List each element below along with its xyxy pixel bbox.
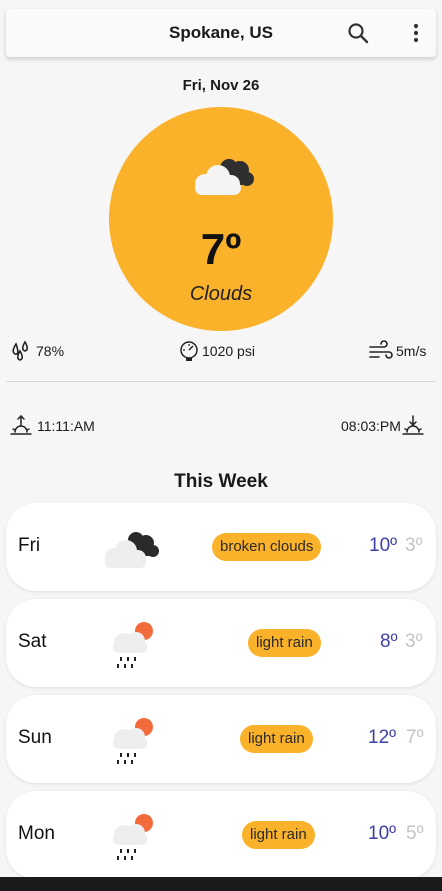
sunset-time: 08:03:PM bbox=[341, 418, 401, 434]
light-rain-icon bbox=[113, 814, 153, 860]
forecast-low: 5º bbox=[406, 823, 424, 844]
forecast-high: 10º bbox=[369, 535, 398, 556]
current-description: Clouds bbox=[189, 283, 253, 305]
forecast-low: 3º bbox=[405, 535, 423, 556]
wind-stat: 5m/s bbox=[368, 339, 426, 363]
app-bar: Spokane, US bbox=[6, 9, 436, 57]
forecast-low: 7º bbox=[406, 727, 424, 748]
week-section-title: This Week bbox=[174, 471, 268, 492]
current-weather-circle: 7º Clouds bbox=[109, 107, 333, 331]
forecast-day: Mon bbox=[18, 823, 55, 844]
broken-clouds-icon bbox=[105, 532, 159, 568]
forecast-card-sat[interactable]: Sat light rain 8º 3º bbox=[6, 599, 436, 687]
forecast-high: 10º bbox=[368, 823, 397, 844]
forecast-card-mon[interactable]: Mon light rain 10º 5º bbox=[6, 791, 436, 879]
forecast-high: 12º bbox=[368, 727, 397, 748]
humidity-value: 78% bbox=[36, 343, 65, 359]
humidity-icon bbox=[12, 340, 29, 361]
light-rain-icon bbox=[113, 622, 153, 668]
city-title: Spokane, US bbox=[169, 23, 273, 42]
forecast-high: 8º bbox=[380, 631, 398, 652]
current-temperature: 7º bbox=[200, 225, 242, 274]
sunrise-icon bbox=[10, 414, 32, 435]
forecast-day: Fri bbox=[18, 535, 41, 556]
forecast-day: Sat bbox=[18, 631, 47, 652]
cloudy-icon bbox=[195, 159, 254, 195]
light-rain-icon bbox=[113, 718, 153, 764]
condition-badge: broken clouds bbox=[212, 533, 322, 561]
forecast-card-fri[interactable]: Fri broken clouds 10º 3º bbox=[6, 503, 436, 591]
more-vertical-icon[interactable] bbox=[404, 21, 428, 45]
sunrise-row: 11:11:AM bbox=[10, 414, 95, 438]
system-nav-bar bbox=[0, 877, 442, 891]
pressure-value: 1020 psi bbox=[202, 343, 255, 359]
condition-badge: light rain bbox=[240, 725, 313, 753]
sunset-icon bbox=[402, 415, 424, 435]
sunset-row: 08:03:PM bbox=[341, 414, 424, 438]
pressure-stat: 1020 psi bbox=[178, 339, 255, 363]
sunrise-time: 11:11:AM bbox=[37, 418, 95, 434]
forecast-day: Sun bbox=[18, 727, 52, 748]
forecast-low: 3º bbox=[405, 631, 423, 652]
humidity-stat: 78% bbox=[10, 339, 64, 363]
search-icon[interactable] bbox=[346, 21, 370, 45]
condition-badge: light rain bbox=[248, 629, 321, 657]
current-date: Fri, Nov 26 bbox=[182, 77, 260, 94]
section-divider bbox=[6, 381, 436, 382]
condition-badge: light rain bbox=[242, 821, 315, 849]
forecast-card-sun[interactable]: Sun light rain 12º 7º bbox=[6, 695, 436, 783]
wind-value: 5m/s bbox=[396, 343, 427, 359]
pressure-gauge-icon bbox=[180, 341, 198, 361]
wind-icon bbox=[369, 340, 393, 359]
